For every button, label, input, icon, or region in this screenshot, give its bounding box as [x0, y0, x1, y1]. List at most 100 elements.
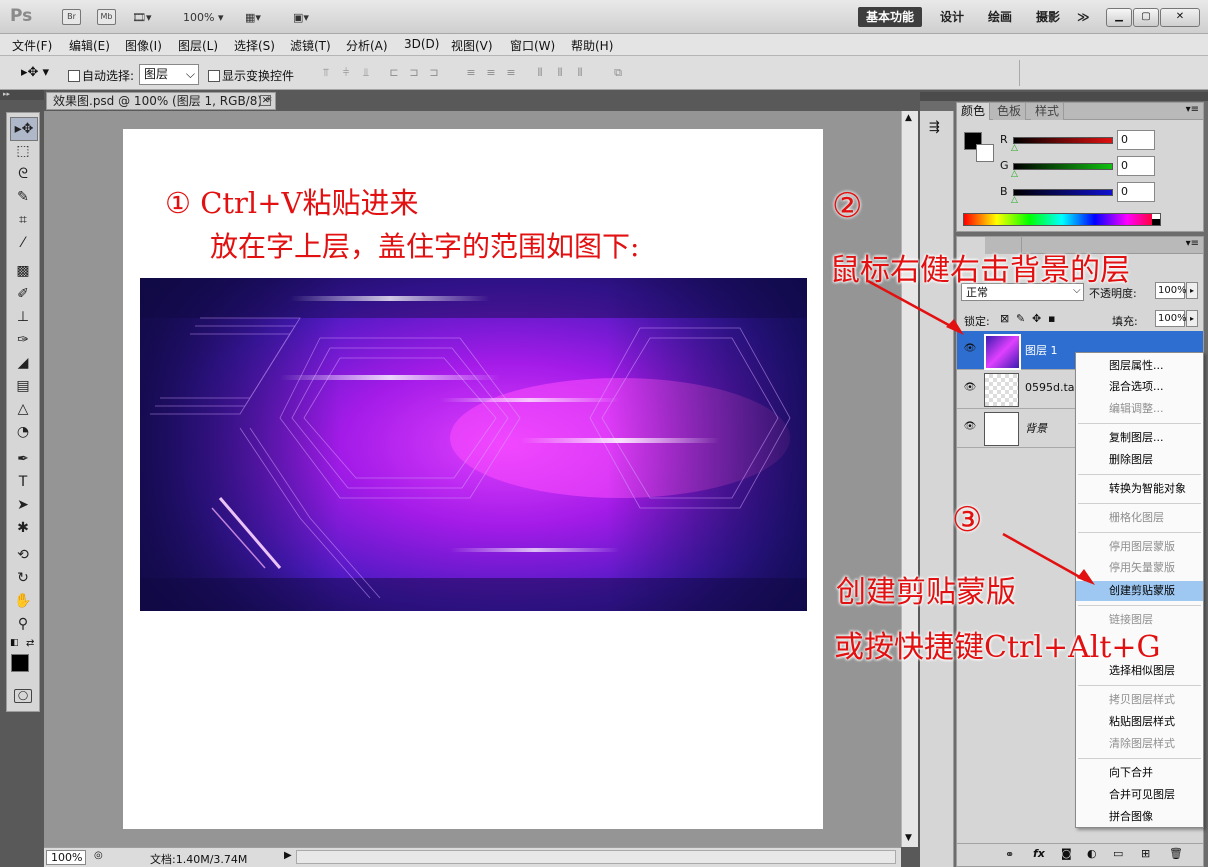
align-right-icon[interactable]: ⊐ [426, 66, 442, 80]
fill-input[interactable]: 100% [1155, 310, 1187, 327]
align-hcenter-icon[interactable]: ⊐ [406, 66, 422, 80]
g-slider-handle-icon[interactable]: △ [1011, 169, 1018, 179]
workspace-design[interactable]: 设计 [940, 7, 964, 27]
r-slider[interactable] [1013, 137, 1113, 144]
align-left-icon[interactable]: ⊏ [386, 66, 402, 80]
opacity-slider-arrow-icon[interactable]: ▸ [1186, 282, 1198, 299]
status-icon[interactable]: ◎ [94, 850, 103, 861]
tools-collapse-handle[interactable]: ▸▸ [0, 90, 44, 100]
tab-styles[interactable]: 样式 [1031, 103, 1065, 120]
fill-slider-arrow-icon[interactable]: ▸ [1186, 310, 1198, 327]
menu-item-delete-layer[interactable]: 删除图层 [1076, 450, 1203, 470]
eraser-tool-icon[interactable]: ◢ [10, 352, 36, 374]
distribute-top-icon[interactable]: ≡ [463, 66, 479, 80]
3d-orbit-tool-icon[interactable]: ↻ [10, 567, 36, 589]
path-selection-tool-icon[interactable]: ➤ [10, 494, 36, 516]
type-tool-icon[interactable]: T [10, 471, 36, 493]
restore-button[interactable]: ▢ [1133, 8, 1159, 27]
menu-image[interactable]: 图像(I) [125, 37, 162, 54]
menu-select[interactable]: 选择(S) [234, 37, 275, 54]
workspace-more[interactable]: ≫ [1077, 7, 1090, 27]
status-menu-arrow-icon[interactable]: ▶ [284, 850, 292, 861]
clone-stamp-tool-icon[interactable]: ⊥ [10, 306, 36, 328]
visibility-eye-icon[interactable]: 👁 [963, 421, 977, 433]
bridge-button[interactable]: Br [62, 8, 81, 26]
marquee-tool-icon[interactable]: ⬚ [10, 140, 36, 162]
shape-tool-icon[interactable]: ✱ [10, 517, 36, 539]
menu-file[interactable]: 文件(F) [12, 37, 52, 54]
lasso-tool-icon[interactable]: ᘓ [10, 163, 36, 185]
quick-mask-icon[interactable]: ◯ [14, 689, 32, 703]
mini-bridge-button[interactable]: Mb [97, 8, 116, 26]
checkbox-box[interactable] [68, 69, 80, 82]
extras-button[interactable]: 🎞 ▾ [132, 8, 152, 26]
menu-item-paste-layer-style[interactable]: 粘贴图层样式 [1076, 712, 1203, 732]
lock-all-icon[interactable]: ▪ [1048, 312, 1055, 325]
auto-select-checkbox[interactable]: 自动选择: [68, 67, 134, 84]
menu-filter[interactable]: 滤镜(T) [290, 37, 331, 54]
zoom-tool-icon[interactable]: ⚲ [10, 613, 36, 635]
g-value-input[interactable]: 0 [1117, 156, 1155, 176]
show-transform-controls-checkbox[interactable]: 显示变换控件 [208, 67, 294, 84]
panel-menu-icon[interactable]: ▾≡ [1186, 104, 1199, 115]
r-value-input[interactable]: 0 [1117, 130, 1155, 150]
menu-view[interactable]: 视图(V) [451, 37, 493, 54]
distribute-vcenter-icon[interactable]: ≡ [483, 66, 499, 80]
lock-transparency-icon[interactable]: ⊠ [1000, 312, 1009, 325]
panel-menu-icon[interactable]: ▾≡ [1186, 238, 1199, 249]
distribute-hcenter-icon[interactable]: ⦀ [552, 66, 568, 80]
screen-mode-button[interactable]: ▣ ▾ [293, 8, 309, 26]
menu-item-merge-down[interactable]: 向下合并 [1076, 763, 1203, 783]
minimize-button[interactable]: ▁ [1106, 8, 1132, 27]
default-colors-icon[interactable]: ◧ [10, 638, 19, 648]
g-slider[interactable] [1013, 163, 1113, 170]
quick-selection-tool-icon[interactable]: ✎ [10, 186, 36, 208]
history-brush-tool-icon[interactable]: ✑ [10, 329, 36, 351]
add-mask-icon[interactable]: ◙ [1061, 847, 1072, 860]
adjustment-layer-icon[interactable]: ◐ [1087, 847, 1097, 860]
r-slider-handle-icon[interactable]: △ [1011, 143, 1018, 153]
menu-item-flatten-image[interactable]: 拼合图像 [1076, 807, 1203, 827]
link-layers-icon[interactable]: ⚭ [1005, 848, 1014, 861]
arrange-documents-button[interactable]: ▦ ▾ [245, 8, 261, 26]
zoom-level-select[interactable]: 100% ▾ [183, 8, 223, 26]
auto-align-icon[interactable]: ⧉ [610, 66, 626, 80]
lock-position-icon[interactable]: ✥ [1032, 312, 1041, 325]
menu-3d[interactable]: 3D(D) [404, 37, 439, 51]
auto-select-target-select[interactable]: 图层 ⌵ [139, 64, 199, 85]
align-top-icon[interactable]: ⫪ [318, 66, 334, 80]
foreground-color-swatch[interactable] [11, 654, 29, 672]
menu-item-layer-properties[interactable]: 图层属性... [1076, 356, 1203, 376]
tab-color[interactable]: 颜色 [957, 103, 991, 120]
swap-colors-icon[interactable]: ⇄ [26, 638, 34, 649]
scroll-up-icon[interactable]: ▲ [905, 113, 912, 123]
distribute-bottom-icon[interactable]: ≡ [503, 66, 519, 80]
opacity-input[interactable]: 100% [1155, 282, 1187, 299]
new-layer-icon[interactable]: ⊞ [1141, 847, 1150, 860]
menu-edit[interactable]: 编辑(E) [69, 37, 110, 54]
move-tool-icon[interactable]: ▸✥ [10, 117, 38, 141]
delete-layer-icon[interactable]: 🗑 [1169, 847, 1183, 860]
healing-brush-tool-icon[interactable]: ▩ [10, 260, 36, 282]
menu-item-blending-options[interactable]: 混合选项... [1076, 377, 1203, 397]
new-group-icon[interactable]: ▭ [1113, 847, 1123, 860]
close-button[interactable]: ✕ [1160, 8, 1200, 27]
vertical-scrollbar[interactable]: ▲ ▼ [901, 111, 918, 847]
b-slider-handle-icon[interactable]: △ [1011, 195, 1018, 205]
pasted-layer-image[interactable] [140, 278, 807, 611]
b-slider[interactable] [1013, 189, 1113, 196]
gradient-tool-icon[interactable]: ▤ [10, 375, 36, 397]
color-spectrum-bar[interactable] [963, 213, 1161, 226]
menu-window[interactable]: 窗口(W) [510, 37, 555, 54]
background-color-swatch[interactable] [976, 144, 994, 162]
brush-tool-icon[interactable]: ✐ [10, 283, 36, 305]
pen-tool-icon[interactable]: ✒ [10, 448, 36, 470]
menu-item-convert-smart-object[interactable]: 转换为智能对象 [1076, 479, 1203, 499]
checkbox-box[interactable] [208, 69, 220, 82]
menu-item-duplicate-layer[interactable]: 复制图层... [1076, 428, 1203, 448]
menu-analysis[interactable]: 分析(A) [346, 37, 388, 54]
layer-style-icon[interactable]: fx [1033, 847, 1045, 860]
distribute-right-icon[interactable]: ⦀ [572, 66, 588, 80]
align-bottom-icon[interactable]: ⫫ [358, 66, 374, 80]
dodge-tool-icon[interactable]: ◔ [10, 421, 36, 443]
